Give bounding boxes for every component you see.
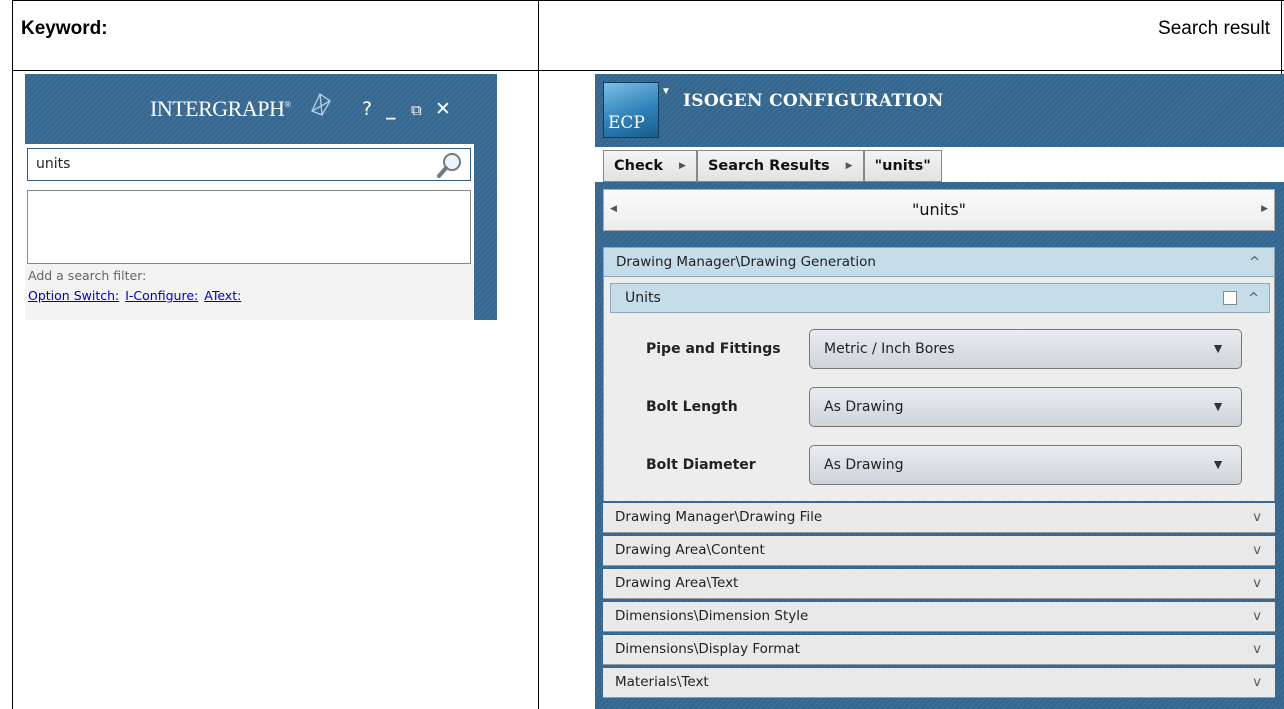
pager-next-icon[interactable]: ▶	[1261, 203, 1268, 214]
close-button[interactable]: ✕	[435, 98, 451, 120]
expand-chevron-icon[interactable]: v	[1253, 668, 1261, 697]
collapse-chevron-icon[interactable]: ^	[1249, 248, 1260, 277]
restore-button[interactable]: ⧉	[411, 101, 422, 119]
document-table: Keyword: Search result INTERGRAPH® ? _ ⧉…	[0, 0, 1284, 709]
section-drawing-area-content[interactable]: Drawing Area\Content v	[603, 536, 1275, 566]
window-side-frame	[474, 144, 497, 320]
collapse-chevron-icon[interactable]: ^	[1248, 284, 1259, 313]
breadcrumb-separator-icon: ▶	[679, 161, 686, 171]
subsection-units[interactable]: Units ^	[610, 283, 1270, 313]
filter-i-configure-link[interactable]: I-Configure:	[125, 288, 198, 303]
intergraph-search-window: INTERGRAPH® ? _ ⧉ ✕ Add a search filter:…	[25, 74, 497, 320]
dropdown-value: Metric / Inch Bores	[824, 341, 955, 357]
minimize-button[interactable]: _	[386, 98, 396, 120]
window-titlebar: INTERGRAPH® ? _ ⧉ ✕	[25, 74, 497, 144]
breadcrumb-search-results-label: Search Results	[707, 158, 830, 174]
table-border-header	[12, 70, 1284, 71]
filter-label: Add a search filter:	[28, 268, 147, 283]
expand-chevron-icon[interactable]: v	[1253, 569, 1261, 598]
search-result-heading: Search result	[1158, 18, 1270, 39]
breadcrumb-units-label: "units"	[874, 158, 931, 174]
bolt-length-dropdown[interactable]: As Drawing ▼	[809, 387, 1242, 427]
expand-chevron-icon[interactable]: v	[1253, 602, 1261, 631]
expand-chevron-icon[interactable]: v	[1253, 536, 1261, 565]
section-drawing-generation[interactable]: Drawing Manager\Drawing Generation ^	[603, 247, 1275, 277]
section-title: Dimensions\Display Format	[615, 641, 800, 657]
section-title: Drawing Area\Text	[615, 575, 739, 591]
ecp-logo[interactable]: ECP	[603, 82, 659, 138]
dropdown-arrow-icon: ▼	[1211, 398, 1225, 414]
table-border-top	[12, 0, 1284, 1]
dropdown-arrow-icon: ▼	[1211, 340, 1225, 356]
section-materials-text[interactable]: Materials\Text v	[603, 668, 1275, 698]
setting-label: Pipe and Fittings	[646, 341, 781, 357]
dropdown-value: As Drawing	[824, 457, 904, 473]
breadcrumb-check[interactable]: Check ▶	[603, 150, 697, 182]
filter-atext-link[interactable]: AText:	[204, 288, 241, 303]
setting-bolt-length: Bolt Length As Drawing ▼	[604, 387, 1276, 427]
section-drawing-area-text[interactable]: Drawing Area\Text v	[603, 569, 1275, 599]
search-box[interactable]	[27, 148, 471, 181]
pager-title: "units"	[911, 200, 967, 219]
filter-links: Option Switch: I-Configure: AText:	[28, 288, 247, 303]
section-title: Dimensions\Dimension Style	[615, 608, 809, 624]
pipe-and-fittings-dropdown[interactable]: Metric / Inch Bores ▼	[809, 329, 1242, 369]
setting-label: Bolt Length	[646, 399, 738, 415]
intergraph-mark-icon	[311, 93, 331, 116]
setting-pipe-and-fittings: Pipe and Fittings Metric / Inch Bores ▼	[604, 329, 1276, 369]
section-title: Drawing Area\Content	[615, 542, 765, 558]
keyword-heading: Keyword:	[21, 18, 108, 39]
app-header: ECP ▼ ISOGEN CONFIGURATION	[595, 74, 1284, 147]
search-results-list[interactable]	[27, 190, 471, 264]
intergraph-logo: INTERGRAPH®	[150, 96, 291, 122]
subsection-title: Units	[625, 290, 661, 306]
ecp-logo-text: ECP	[608, 113, 645, 133]
details-icon[interactable]	[1223, 291, 1237, 305]
search-filter-area: Add a search filter: Option Switch: I-Con…	[25, 264, 474, 320]
breadcrumb-units[interactable]: "units"	[863, 150, 942, 182]
dropdown-arrow-icon: ▼	[1211, 456, 1225, 472]
section-title: Drawing Manager\Drawing File	[615, 509, 823, 525]
section-display-format[interactable]: Dimensions\Display Format v	[603, 635, 1275, 665]
magnifier-icon[interactable]	[436, 151, 464, 179]
breadcrumb-separator-icon: ▶	[845, 161, 853, 171]
brand-text: INTERGRAPH	[150, 96, 285, 121]
table-border-left	[12, 0, 13, 709]
section-dimension-style[interactable]: Dimensions\Dimension Style v	[603, 602, 1275, 632]
filter-option-switch-link[interactable]: Option Switch:	[28, 288, 119, 303]
expand-chevron-icon[interactable]: v	[1253, 503, 1261, 532]
table-border-middle	[538, 0, 539, 709]
isogen-configuration-app: ECP ▼ ISOGEN CONFIGURATION Check ▶ Search…	[595, 74, 1284, 709]
dropdown-value: As Drawing	[824, 399, 904, 415]
expand-chevron-icon[interactable]: v	[1253, 635, 1261, 664]
result-pager: ◀ "units" ▶	[603, 189, 1275, 231]
breadcrumb: Check ▶ Search Results ▶ "units"	[603, 150, 942, 182]
section-title: Drawing Manager\Drawing Generation	[616, 254, 876, 270]
setting-bolt-diameter: Bolt Diameter As Drawing ▼	[604, 445, 1276, 485]
section-title: Materials\Text	[615, 674, 709, 690]
help-button[interactable]: ?	[362, 98, 372, 120]
brand-registered-mark: ®	[284, 99, 291, 110]
setting-label: Bolt Diameter	[646, 457, 756, 473]
app-title: ISOGEN CONFIGURATION	[683, 91, 944, 111]
breadcrumb-search-results[interactable]: Search Results ▶	[696, 150, 864, 182]
breadcrumb-check-label: Check	[614, 158, 664, 174]
section-drawing-file[interactable]: Drawing Manager\Drawing File v	[603, 503, 1275, 533]
bolt-diameter-dropdown[interactable]: As Drawing ▼	[809, 445, 1242, 485]
section-body: Units ^ Pipe and Fittings Metric / Inch …	[603, 277, 1275, 501]
ecp-menu-arrow-icon[interactable]: ▼	[661, 86, 671, 97]
search-input[interactable]	[36, 156, 426, 172]
